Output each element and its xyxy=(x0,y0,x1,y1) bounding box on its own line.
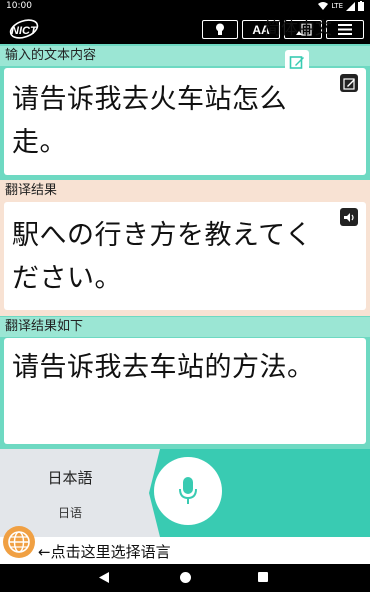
input-section-header: 输入的文本内容 xyxy=(0,46,370,66)
input-text: 请告诉我去火车站怎么走。 xyxy=(12,84,287,158)
language-hint-text: ←点击这里选择语言 xyxy=(38,543,171,561)
translation-section-header: 翻译结果 xyxy=(5,183,58,198)
svg-text:NICT: NICT xyxy=(11,25,38,37)
nict-logo: NICT xyxy=(9,19,39,39)
edit-icon xyxy=(289,56,304,69)
input-text-card[interactable]: 请告诉我去火车站怎么走。 xyxy=(4,68,366,175)
globe-icon xyxy=(8,531,30,553)
back-translation-section-header: 翻译结果如下 xyxy=(0,317,370,337)
microphone-icon xyxy=(179,477,197,504)
edit-input-button[interactable] xyxy=(340,74,358,92)
speaker-icon xyxy=(343,212,354,222)
lightbulb-icon xyxy=(216,23,224,35)
source-language-subtitle: 日语 xyxy=(57,506,82,520)
back-translation-section: 翻译结果如下 请告诉我去车站的方法。 xyxy=(0,316,370,449)
wifi-icon xyxy=(318,1,329,10)
network-type: LTE xyxy=(331,2,343,10)
source-language: 日本語 xyxy=(47,469,93,487)
recents-icon[interactable] xyxy=(258,572,268,582)
source-language-panel[interactable]: 日本語 日语 xyxy=(0,449,160,537)
back-translation-text: 请告诉我去车站的方法。 xyxy=(12,352,315,383)
status-time: 10:00 xyxy=(6,1,32,11)
edit-icon xyxy=(342,77,355,90)
signal-icon xyxy=(346,1,355,11)
battery-icon xyxy=(358,1,364,11)
microphone-button[interactable] xyxy=(154,457,222,525)
translation-section: 翻译结果 駅への行き方を教えてください。 xyxy=(0,180,370,316)
edit-target-button[interactable] xyxy=(285,50,309,74)
status-bar: 10:00 LTE xyxy=(0,0,370,14)
translation-text: 駅への行き方を教えてください。 xyxy=(12,220,313,294)
back-icon[interactable] xyxy=(99,572,110,583)
speak-translation-button[interactable] xyxy=(340,208,358,226)
navigation-bar xyxy=(0,564,370,592)
input-section: 输入的文本内容 请告诉我去火车站怎么走。 xyxy=(0,44,370,180)
target-language: 简体中文 xyxy=(264,19,332,39)
home-icon[interactable] xyxy=(180,572,191,583)
translation-text-card: 駅への行き方を教えてください。 xyxy=(4,202,366,310)
status-indicators: LTE xyxy=(318,1,364,11)
language-select-button[interactable] xyxy=(3,526,35,558)
back-translation-text-card: 请告诉我去车站的方法。 xyxy=(4,338,366,444)
